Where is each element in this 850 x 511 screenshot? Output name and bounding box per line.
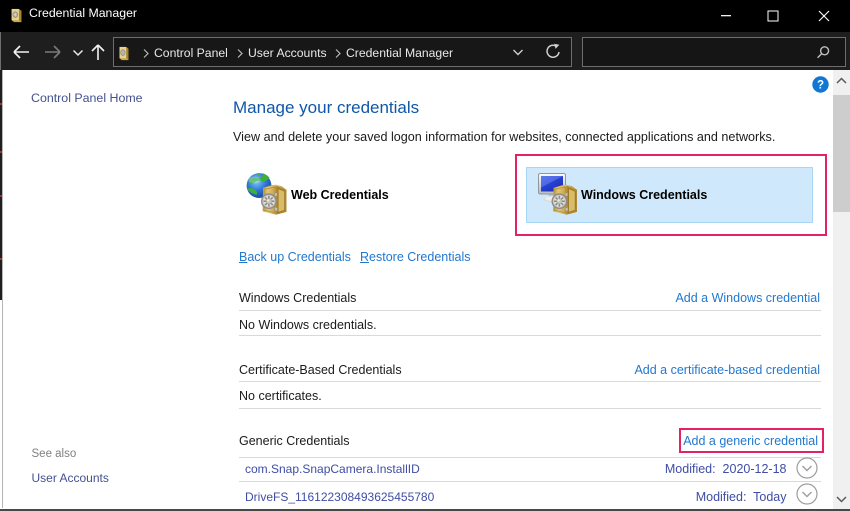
svg-text:?: ?	[817, 80, 824, 92]
